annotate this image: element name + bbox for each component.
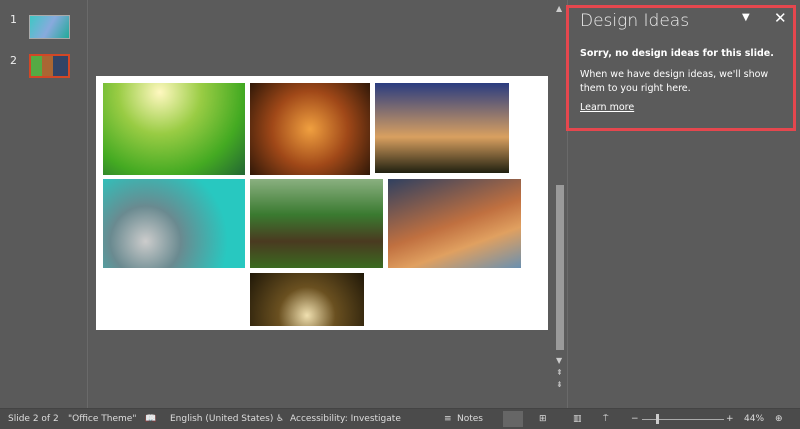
slide-count: Slide 2 of 2: [8, 414, 59, 424]
highlight-box: [566, 5, 796, 131]
slideshow-icon[interactable]: ⍑: [603, 414, 608, 424]
photo-friends-sunset[interactable]: [375, 83, 509, 173]
photo-tree-sunset[interactable]: [250, 83, 370, 175]
next-slide-icon[interactable]: ⇟: [556, 380, 563, 389]
language[interactable]: English (United States): [170, 414, 273, 424]
notes-icon[interactable]: ≡: [444, 414, 452, 424]
slide-thumbnail-2[interactable]: [29, 54, 70, 78]
slide-sorter-icon[interactable]: ⊞: [539, 414, 547, 424]
fit-to-window-icon[interactable]: ⊕: [775, 414, 783, 424]
slide-number: 2: [10, 54, 17, 67]
zoom-slider[interactable]: [642, 419, 724, 420]
scroll-down-icon[interactable]: ▼: [556, 356, 562, 365]
slide-thumbnail-1[interactable]: [29, 15, 70, 39]
photo-dandelion-teal[interactable]: [103, 179, 245, 268]
photo-meadow[interactable]: [103, 83, 245, 175]
previous-slide-icon[interactable]: ⇞: [556, 368, 563, 377]
zoom-out-icon[interactable]: −: [631, 414, 639, 424]
slide-editor: [89, 0, 553, 408]
spelling-book-icon[interactable]: 📖: [145, 414, 156, 424]
scroll-up-icon[interactable]: ▲: [556, 4, 562, 13]
accessibility-status[interactable]: Accessibility: Investigate: [290, 414, 401, 424]
zoom-in-icon[interactable]: +: [726, 414, 734, 424]
status-bar: Slide 2 of 2 "Office Theme" 📖 English (U…: [0, 408, 800, 429]
vertical-scrollbar[interactable]: ▲ ▼ ⇞ ⇟: [553, 0, 567, 408]
accessibility-icon[interactable]: ♿: [276, 414, 284, 424]
slide[interactable]: [96, 76, 548, 330]
photo-dandelion-dark[interactable]: [250, 273, 364, 326]
reading-view-icon[interactable]: ▥: [573, 414, 582, 424]
slide-number: 1: [10, 13, 17, 26]
photo-power-pole[interactable]: [388, 179, 521, 268]
zoom-slider-thumb[interactable]: [656, 414, 659, 424]
notes-button[interactable]: Notes: [457, 414, 483, 424]
slide-thumbnail-panel: 1 2: [0, 0, 88, 408]
theme-name: "Office Theme": [68, 414, 137, 424]
scrollbar-thumb[interactable]: [556, 185, 564, 350]
normal-view-icon[interactable]: [503, 411, 523, 427]
zoom-level[interactable]: 44%: [744, 414, 764, 424]
photo-jumping-person[interactable]: [250, 179, 383, 268]
